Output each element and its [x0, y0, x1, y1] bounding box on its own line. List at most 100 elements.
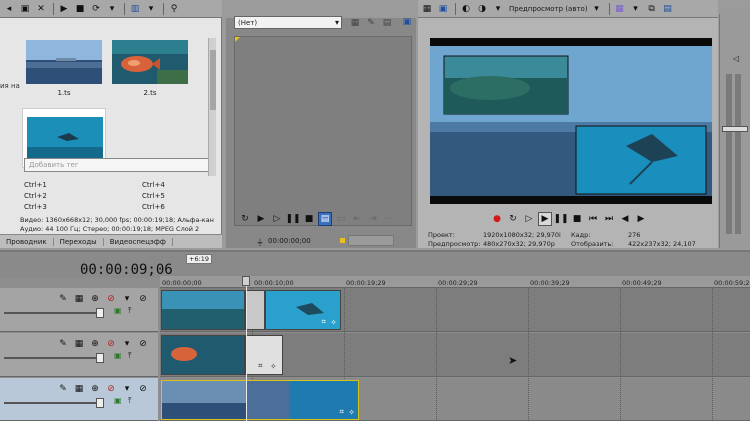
track-fx-icon[interactable]: ✎ — [56, 382, 70, 396]
shortcut-ctrl3[interactable]: Ctrl+3 — [24, 202, 47, 213]
split-screen-icon[interactable]: ◐ — [459, 2, 473, 16]
track-dropdown-icon[interactable]: ▾ — [120, 337, 134, 351]
track-level-slider[interactable] — [4, 357, 104, 359]
shortcut-ctrl6[interactable]: Ctrl+6 — [142, 202, 165, 213]
track-mute-icon[interactable]: ⊘ — [104, 337, 118, 351]
media-scroll-thumb[interactable] — [210, 50, 216, 110]
search-icon[interactable]: ⚲ — [167, 2, 181, 16]
trimmer-dropdown[interactable]: (Нет) ▾ — [234, 16, 342, 29]
clip-fx-icon[interactable]: ✧ — [348, 408, 355, 417]
track-composite-icon[interactable]: ⊕ — [88, 292, 102, 306]
overlay-icon[interactable]: ◑ — [475, 2, 489, 16]
stop-icon[interactable]: ■ — [570, 212, 584, 226]
track-parent-icon[interactable]: ⤒ — [128, 351, 132, 361]
volume-fader[interactable] — [722, 126, 748, 132]
clip-fx-icon[interactable]: ✧ — [330, 318, 337, 327]
loop-icon[interactable]: ↻ — [506, 212, 520, 226]
track-solo-icon[interactable]: ⊘ — [136, 382, 150, 396]
track-level-thumb[interactable] — [96, 398, 104, 408]
media-scrollbar[interactable] — [208, 38, 216, 176]
trim-tool-icon[interactable]: ✎ — [364, 16, 378, 30]
remove-icon[interactable]: ✕ — [34, 2, 48, 16]
track-compositing-icon[interactable]: ▣ — [114, 351, 122, 360]
track-level-slider[interactable] — [4, 402, 104, 404]
media-thumb-1[interactable] — [26, 40, 102, 84]
track-header-2[interactable]: ✎ ▦ ⊕ ⊘ ▾ ⊘ ▣ ⤒ — [0, 333, 158, 377]
trim-jump-icon[interactable]: ⋯ — [382, 212, 396, 226]
grid-dropdown-icon[interactable]: ▾ — [629, 2, 643, 16]
media-thumb-2[interactable] — [112, 40, 188, 84]
speaker-icon[interactable]: ◁ — [733, 54, 739, 63]
clip-crop-icon[interactable]: ⌗ — [258, 361, 263, 371]
clip-track3-horizon[interactable]: ⌗ ✧ — [161, 380, 359, 420]
stop-icon[interactable]: ■ — [302, 212, 316, 226]
grid-icon[interactable]: ▦ — [613, 2, 627, 16]
mode-dropdown-icon[interactable]: ▾ — [491, 2, 505, 16]
video-preview-screen[interactable] — [430, 38, 712, 204]
clip-track2-fade[interactable]: ⌗ ✧ — [245, 335, 283, 375]
track-fx-icon[interactable]: ✎ — [56, 292, 70, 306]
import-icon[interactable]: ▣ — [18, 2, 32, 16]
track-mute-icon[interactable]: ⊘ — [104, 382, 118, 396]
pause-icon[interactable]: ❚❚ — [553, 212, 568, 226]
back-icon[interactable]: ◂ — [2, 2, 16, 16]
shortcut-ctrl5[interactable]: Ctrl+5 — [142, 191, 165, 202]
track-fx-icon[interactable]: ✎ — [56, 337, 70, 351]
clip-fx-icon[interactable]: ✧ — [270, 362, 277, 371]
clip-track1-manta[interactable]: ⌗ ✧ — [265, 290, 341, 330]
clip-track1-reef[interactable] — [161, 290, 245, 330]
clip-track1-gap[interactable] — [245, 290, 265, 330]
trim-monitor-icon[interactable]: ▣ — [400, 15, 414, 29]
trim-prev-icon[interactable]: ⇤ — [350, 212, 364, 226]
shortcut-ctrl1[interactable]: Ctrl+1 — [24, 180, 47, 191]
view-icon[interactable]: ▥ — [128, 2, 142, 16]
track-dropdown-icon[interactable]: ▾ — [120, 292, 134, 306]
track-dropdown-icon[interactable]: ▾ — [120, 382, 134, 396]
save-frame-icon[interactable]: ▤ — [661, 2, 675, 16]
play-icon[interactable]: ▶ — [57, 2, 71, 16]
track-header-1[interactable]: ✎ ▦ ⊕ ⊘ ▾ ⊘ ▣ ⤒ — [0, 288, 158, 332]
track-motion-icon[interactable]: ▦ — [72, 337, 86, 351]
trim-extra-icon[interactable]: ▭ — [334, 212, 348, 226]
stop-icon[interactable]: ■ — [73, 2, 87, 16]
clip-track2-fish[interactable] — [161, 335, 245, 375]
view-dropdown-icon[interactable]: ▾ — [144, 2, 158, 16]
auto-preview-icon[interactable]: ⟳ — [89, 2, 103, 16]
play-from-start-icon[interactable]: ▷ — [270, 212, 284, 226]
track-compositing-icon[interactable]: ▣ — [114, 396, 122, 405]
track-level-thumb[interactable] — [96, 353, 104, 363]
track-motion-icon[interactable]: ▦ — [72, 292, 86, 306]
mode-chevron-icon[interactable]: ▾ — [590, 2, 604, 16]
playhead-handle[interactable] — [242, 276, 250, 286]
track-composite-icon[interactable]: ⊕ — [88, 337, 102, 351]
go-end-icon[interactable]: ⏭ — [602, 212, 616, 226]
trim-save-icon[interactable]: ▦ — [348, 16, 362, 30]
shortcut-ctrl4[interactable]: Ctrl+4 — [142, 180, 165, 191]
trim-mode-icon[interactable]: ▤ — [318, 212, 332, 226]
tab-transitions[interactable]: Переходы — [54, 237, 104, 246]
track-parent-icon[interactable]: ⤒ — [128, 306, 132, 316]
marker-flag[interactable]: +6:19 — [186, 254, 213, 264]
preview-mode-label[interactable]: Предпросмотр (авто) — [509, 5, 588, 13]
tag-input[interactable]: Добавить тег — [24, 158, 216, 172]
play-icon[interactable]: ▶ — [254, 212, 268, 226]
next-frame-icon[interactable]: ▶ — [634, 212, 648, 226]
trim-mic-icon[interactable]: ⏚ — [256, 237, 264, 248]
go-start-icon[interactable]: ⏮ — [586, 212, 600, 226]
track-composite-icon[interactable]: ⊕ — [88, 382, 102, 396]
prev-frame-icon[interactable]: ◀ — [618, 212, 632, 226]
track-header-3[interactable]: ✎ ▦ ⊕ ⊘ ▾ ⊘ ▣ ⤒ — [0, 378, 158, 421]
preview-fx-icon[interactable]: ▦ — [420, 2, 434, 16]
tab-video-fx[interactable]: Видеоспецэфф — [104, 237, 173, 246]
trim-duration-field[interactable] — [348, 235, 394, 246]
track-motion-icon[interactable]: ▦ — [72, 382, 86, 396]
track-solo-icon[interactable]: ⊘ — [136, 292, 150, 306]
track-compositing-icon[interactable]: ▣ — [114, 306, 122, 315]
preview-monitor-icon[interactable]: ▣ — [436, 2, 450, 16]
track-level-slider[interactable] — [4, 312, 104, 314]
loop-icon[interactable]: ↻ — [238, 212, 252, 226]
playhead[interactable] — [246, 276, 247, 421]
tab-explorer[interactable]: Проводник — [0, 237, 54, 246]
clip-crop-icon[interactable]: ⌗ — [321, 317, 326, 327]
dropdown-arrow-icon[interactable]: ▾ — [105, 2, 119, 16]
